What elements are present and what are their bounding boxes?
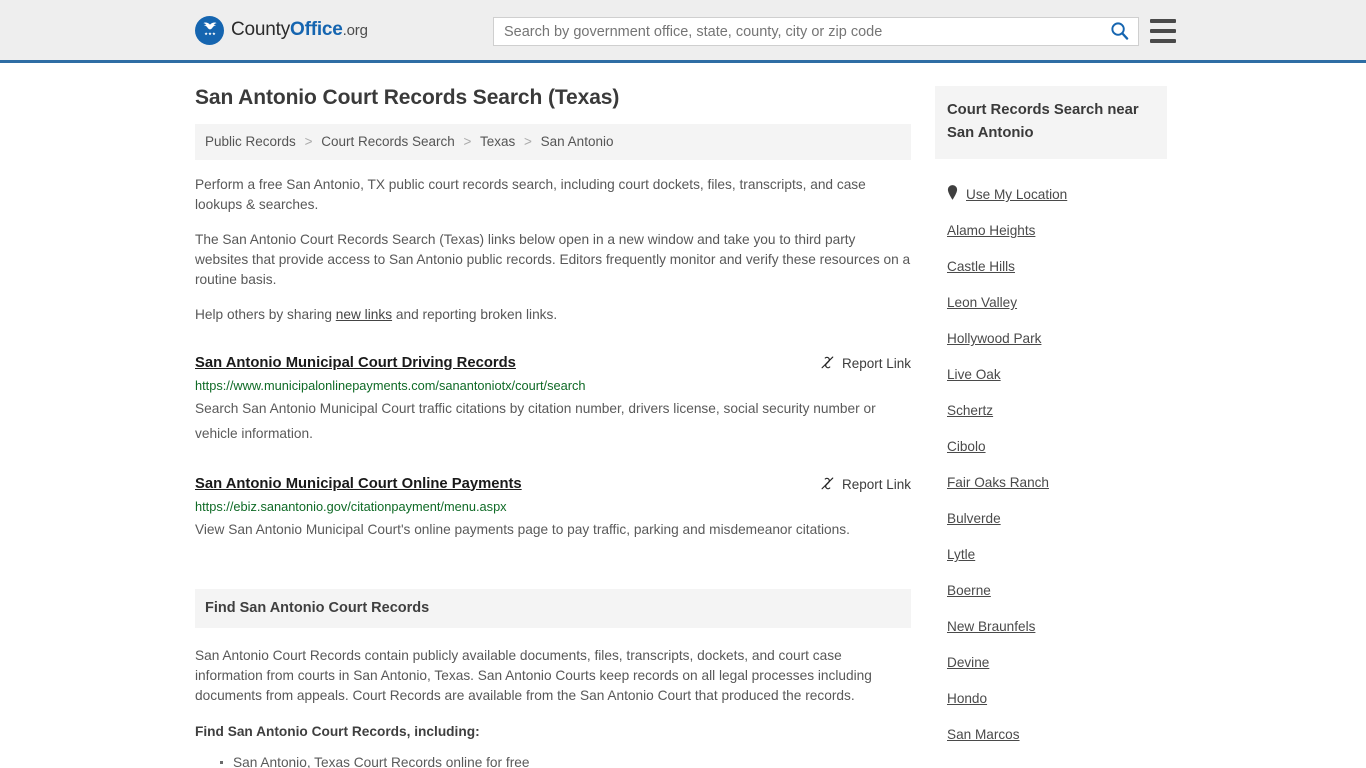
sidebar-item-label[interactable]: Bulverde	[947, 510, 1001, 528]
result-title-link[interactable]: San Antonio Municipal Court Driving Reco…	[195, 354, 516, 372]
eagle-stars-icon	[195, 15, 224, 45]
sidebar-item-label[interactable]: New Braunfels	[947, 618, 1035, 636]
sidebar-item-live-oak[interactable]: Live Oak	[935, 357, 1167, 393]
share-text-after: and reporting broken links.	[392, 306, 558, 322]
brand-part-county: County	[231, 19, 291, 40]
search-bar	[493, 17, 1139, 46]
broken-link-icon	[820, 355, 835, 373]
hamburger-menu-icon[interactable]	[1150, 19, 1176, 43]
sidebar-item-label[interactable]: San Marcos	[947, 726, 1020, 744]
sidebar-item-schertz[interactable]: Schertz	[935, 393, 1167, 429]
sidebar-item-label[interactable]: Leon Valley	[947, 294, 1017, 312]
section-heading: Find San Antonio Court Records	[195, 588, 911, 629]
breadcrumb: Public Records > Court Records Search > …	[195, 124, 911, 160]
sidebar-item-hollywood-park[interactable]: Hollywood Park	[935, 321, 1167, 357]
sidebar-item-label[interactable]: Use My Location	[966, 186, 1067, 204]
result-title-link[interactable]: San Antonio Municipal Court Online Payme…	[195, 475, 522, 493]
new-links-link[interactable]: new links	[336, 307, 392, 322]
breadcrumb-separator: >	[463, 134, 472, 149]
site-logo-text: CountyOffice.org	[231, 19, 368, 41]
sidebar-item-label[interactable]: Lytle	[947, 546, 975, 564]
result-header: San Antonio Municipal Court Online Payme…	[195, 475, 911, 494]
menu-bar-1	[1150, 19, 1176, 23]
report-link-label: Report Link	[841, 477, 911, 492]
brand-part-tld: .org	[342, 22, 368, 39]
sidebar-item-lytle[interactable]: Lytle	[935, 537, 1167, 573]
map-pin-icon	[947, 185, 958, 205]
report-link-button[interactable]: Report Link	[820, 354, 911, 373]
sidebar: Court Records Search near San Antonio Us…	[935, 63, 1167, 768]
sidebar-item-label[interactable]: Boerne	[947, 582, 991, 600]
sidebar-item-label[interactable]: Alamo Heights	[947, 222, 1035, 240]
sidebar-item-boerne[interactable]: Boerne	[935, 573, 1167, 609]
breadcrumb-separator: >	[524, 134, 532, 149]
intro-paragraph-3: Help others by sharing new links and rep…	[195, 305, 911, 325]
site-header: CountyOffice.org	[0, 0, 1366, 63]
sidebar-item-label[interactable]: Live Oak	[947, 366, 1001, 384]
sidebar-item-label[interactable]: Schertz	[947, 402, 993, 420]
breadcrumb-item-court-records-search[interactable]: Court Records Search	[321, 134, 455, 149]
search-button[interactable]	[1100, 18, 1138, 45]
result-description: Search San Antonio Municipal Court traff…	[195, 400, 876, 441]
breadcrumb-item-texas[interactable]: Texas	[480, 134, 515, 149]
sidebar-item-label[interactable]: Devine	[947, 654, 989, 672]
sidebar-item-new-braunfels[interactable]: New Braunfels	[935, 609, 1167, 645]
brand-part-office: Office	[290, 19, 343, 40]
broken-link-icon	[820, 476, 835, 494]
search-icon	[1110, 21, 1129, 43]
sidebar-item-alamo-heights[interactable]: Alamo Heights	[935, 213, 1167, 249]
sidebar-nearby-list: Use My Location Alamo Heights Castle Hil…	[935, 177, 1167, 753]
sidebar-item-label[interactable]: Hollywood Park	[947, 330, 1041, 348]
sidebar-item-bulverde[interactable]: Bulverde	[935, 501, 1167, 537]
intro-paragraph-1: Perform a free San Antonio, TX public co…	[195, 176, 866, 212]
sidebar-heading: Court Records Search near San Antonio	[935, 86, 1167, 159]
report-link-label: Report Link	[841, 356, 911, 371]
result-url[interactable]: https://ebiz.sanantonio.gov/citationpaym…	[195, 499, 911, 515]
breadcrumb-item-public-records[interactable]: Public Records	[205, 134, 296, 149]
page-container: San Antonio Court Records Search (Texas)…	[0, 63, 1366, 768]
list-item: San Antonio, Texas Court Records online …	[220, 753, 911, 768]
sidebar-item-label[interactable]: Hondo	[947, 690, 987, 708]
sidebar-item-devine[interactable]: Devine	[935, 645, 1167, 681]
sidebar-item-label[interactable]: Castle Hills	[947, 258, 1015, 276]
share-text-before: Help others by sharing	[195, 306, 336, 322]
section-sub-heading: Find San Antonio Court Records, includin…	[195, 724, 480, 740]
result-header: San Antonio Municipal Court Driving Reco…	[195, 354, 911, 373]
search-input[interactable]	[494, 18, 1100, 45]
sidebar-item-label[interactable]: Fair Oaks Ranch	[947, 474, 1049, 492]
result-description: View San Antonio Municipal Court's onlin…	[195, 521, 850, 537]
sidebar-item-use-my-location[interactable]: Use My Location	[935, 177, 1167, 213]
sidebar-item-fair-oaks-ranch[interactable]: Fair Oaks Ranch	[935, 465, 1167, 501]
sidebar-item-label[interactable]: Cibolo	[947, 438, 986, 456]
site-logo[interactable]: CountyOffice.org	[195, 15, 368, 45]
section-bullet-list: San Antonio, Texas Court Records online …	[195, 753, 911, 768]
result-item: San Antonio Municipal Court Online Payme…	[195, 475, 911, 542]
breadcrumb-separator: >	[304, 134, 313, 149]
report-link-button[interactable]: Report Link	[820, 475, 911, 494]
result-item: San Antonio Municipal Court Driving Reco…	[195, 354, 911, 446]
result-url[interactable]: https://www.municipalonlinepayments.com/…	[195, 378, 911, 394]
main-content: San Antonio Court Records Search (Texas)…	[195, 63, 911, 768]
section-body-text: San Antonio Court Records contain public…	[195, 648, 872, 704]
page-title: San Antonio Court Records Search (Texas)	[195, 86, 620, 109]
sidebar-item-cibolo[interactable]: Cibolo	[935, 429, 1167, 465]
sidebar-item-san-marcos[interactable]: San Marcos	[935, 717, 1167, 753]
breadcrumb-item-san-antonio[interactable]: San Antonio	[541, 134, 614, 149]
menu-bar-3	[1150, 39, 1176, 43]
intro-paragraph-2: The San Antonio Court Records Search (Te…	[195, 231, 911, 287]
menu-bar-2	[1150, 29, 1176, 33]
sidebar-item-hondo[interactable]: Hondo	[935, 681, 1167, 717]
sidebar-item-castle-hills[interactable]: Castle Hills	[935, 249, 1167, 285]
sidebar-item-leon-valley[interactable]: Leon Valley	[935, 285, 1167, 321]
